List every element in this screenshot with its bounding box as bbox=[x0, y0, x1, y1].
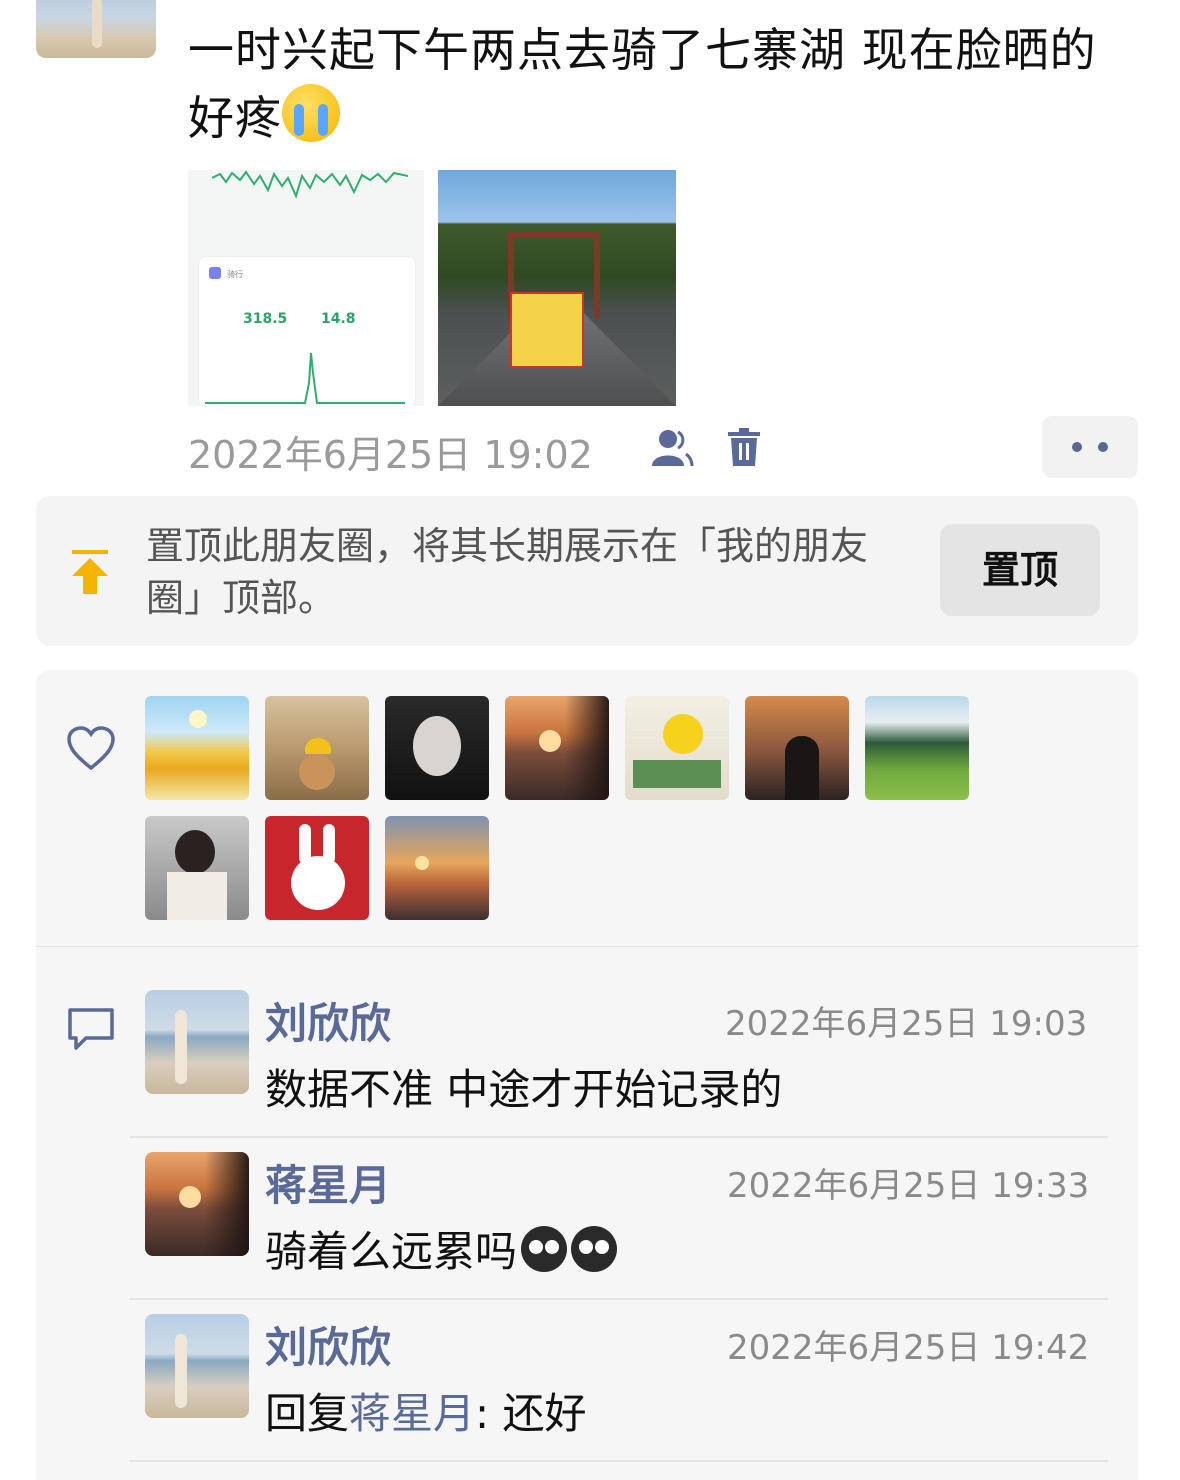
comment-divider bbox=[130, 1460, 1108, 1462]
comment-text[interactable]: 数据不准 中途才开始记录的 bbox=[265, 1056, 782, 1117]
comment-divider bbox=[130, 1136, 1108, 1138]
comment-text-row[interactable]: 回复蒋星月: 还好 bbox=[265, 1380, 587, 1441]
reply-prefix: 回复 bbox=[265, 1389, 350, 1438]
comment-time: 2022年6月25日 19:03 bbox=[725, 1004, 1088, 1044]
comment-time: 2022年6月25日 19:33 bbox=[727, 1166, 1090, 1206]
like-avatar-5[interactable] bbox=[625, 696, 729, 800]
more-dot-icon bbox=[1098, 442, 1108, 452]
stat-value-1: 318.5 bbox=[243, 311, 288, 327]
sad-face-emoji-icon bbox=[521, 1226, 568, 1272]
poster-avatar[interactable] bbox=[36, 0, 156, 58]
comment-avatar[interactable] bbox=[145, 1152, 249, 1256]
pin-description: 置顶此朋友圈，将其长期展示在「我的朋友圈」顶部。 bbox=[146, 524, 869, 620]
like-avatar-3[interactable] bbox=[385, 696, 489, 800]
sign-graphic bbox=[510, 292, 584, 368]
stat-value-2: 14.8 bbox=[321, 311, 356, 327]
like-avatar-8[interactable] bbox=[145, 816, 249, 920]
comment-avatar[interactable] bbox=[145, 1314, 249, 1418]
stats-app-icon bbox=[209, 267, 221, 279]
like-avatar-4[interactable] bbox=[505, 696, 609, 800]
heart-icon bbox=[67, 726, 115, 771]
post-text: 一时兴起下午两点去骑了七寨湖 现在脸晒的好疼 bbox=[188, 16, 1128, 152]
like-avatar-6[interactable] bbox=[745, 696, 849, 800]
comment-time: 2022年6月25日 19:42 bbox=[727, 1328, 1090, 1368]
like-avatar-7[interactable] bbox=[865, 696, 969, 800]
comment-avatar[interactable] bbox=[145, 990, 249, 1094]
more-actions-button[interactable] bbox=[1042, 416, 1138, 478]
comment-icon bbox=[68, 1008, 114, 1050]
stats-card: 骑行 318.5 14.8 bbox=[198, 256, 416, 406]
stats-card-title: 骑行 bbox=[227, 270, 243, 279]
elevation-chart-graphic bbox=[205, 352, 405, 404]
pin-button[interactable]: 置顶 bbox=[940, 524, 1100, 616]
like-avatar-2[interactable] bbox=[265, 696, 369, 800]
like-avatar-1[interactable] bbox=[145, 696, 249, 800]
comment-divider bbox=[130, 1298, 1108, 1300]
post-timestamp: 2022年6月25日 19:02 bbox=[188, 433, 593, 477]
comment-text: 骑着么远累吗 bbox=[265, 1227, 518, 1276]
speed-chart-graphic bbox=[212, 170, 408, 199]
more-dot-icon bbox=[1072, 442, 1082, 452]
likes-divider bbox=[36, 946, 1138, 947]
comment-text-row[interactable]: 骑着么远累吗 bbox=[265, 1218, 618, 1279]
reply-mention[interactable]: 蒋星月 bbox=[349, 1389, 475, 1438]
pin-to-top-icon bbox=[72, 550, 108, 594]
comment-author[interactable]: 蒋星月 bbox=[265, 1152, 391, 1213]
comment-text: 还好 bbox=[489, 1389, 587, 1438]
friends-visibility-icon[interactable] bbox=[650, 428, 694, 468]
sad-face-emoji-icon bbox=[571, 1226, 618, 1272]
comment-author[interactable]: 刘欣欣 bbox=[265, 1314, 391, 1375]
crying-emoji-icon bbox=[282, 84, 340, 142]
like-avatar-10[interactable] bbox=[385, 816, 489, 920]
delete-trash-icon[interactable] bbox=[726, 428, 762, 468]
post-image-road[interactable] bbox=[438, 170, 676, 406]
post-image-stats[interactable]: 骑行 318.5 14.8 bbox=[188, 170, 424, 406]
comment-author[interactable]: 刘欣欣 bbox=[265, 990, 391, 1051]
reply-separator: : bbox=[475, 1389, 490, 1438]
like-avatar-9[interactable] bbox=[265, 816, 369, 920]
